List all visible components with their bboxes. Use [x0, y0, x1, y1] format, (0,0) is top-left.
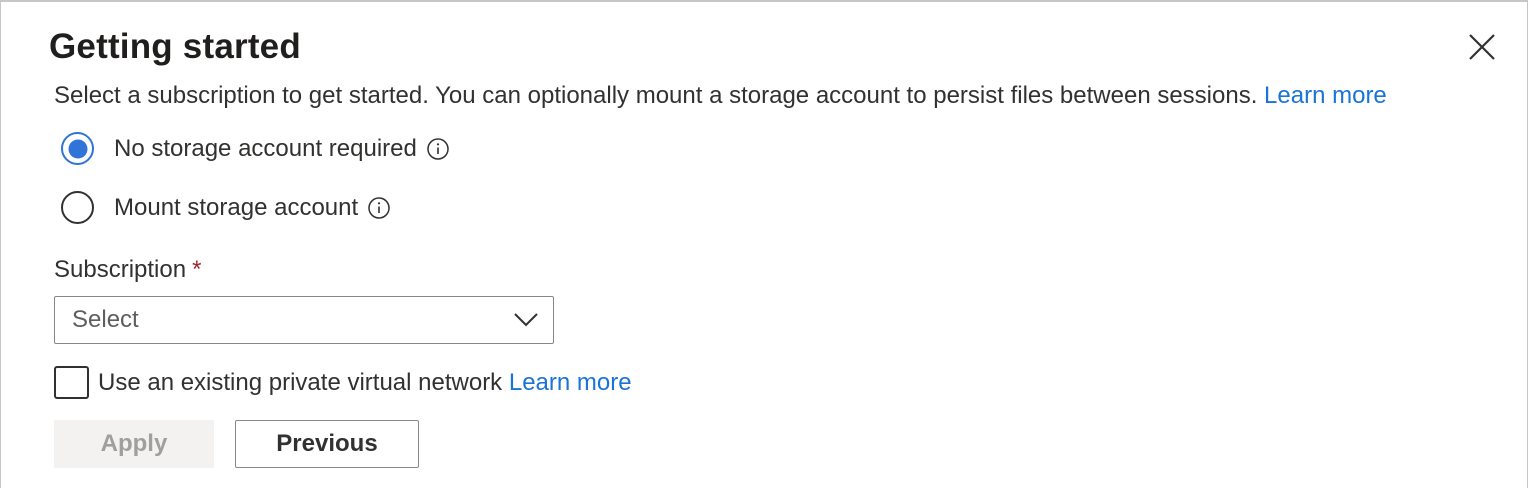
dialog-title: Getting started [49, 27, 301, 66]
previous-button[interactable]: Previous [235, 420, 419, 468]
radio-button-mount-storage[interactable] [61, 191, 94, 224]
radio-no-storage[interactable]: No storage account required [61, 132, 449, 165]
apply-button[interactable]: Apply [54, 420, 214, 468]
radio-label-mount-storage: Mount storage account [114, 193, 359, 221]
getting-started-dialog: Getting started Select a subscription to… [0, 0, 1528, 488]
dialog-description: Select a subscription to get started. Yo… [54, 82, 1387, 110]
vnet-checkbox-label: Use an existing private virtual network … [98, 369, 632, 397]
radio-mount-storage[interactable]: Mount storage account [61, 191, 390, 224]
close-icon [1469, 34, 1495, 60]
subscription-label-text: Subscription [54, 256, 187, 283]
vnet-checkbox-row[interactable]: Use an existing private virtual network … [54, 366, 632, 399]
vnet-checkbox[interactable] [54, 366, 89, 399]
chevron-down-icon [514, 313, 538, 327]
subscription-dropdown-value: Select [72, 306, 139, 333]
required-marker: * [192, 256, 202, 283]
close-button[interactable] [1465, 30, 1499, 64]
subscription-dropdown[interactable]: Select [54, 296, 554, 344]
info-icon[interactable] [427, 137, 449, 160]
info-icon[interactable] [368, 196, 390, 219]
vnet-label-text: Use an existing private virtual network [98, 368, 503, 396]
vnet-learn-more-link[interactable]: Learn more [509, 369, 632, 396]
radio-label-no-storage: No storage account required [114, 134, 417, 162]
radio-button-no-storage[interactable] [61, 132, 94, 165]
description-text: Select a subscription to get started. Yo… [54, 82, 1258, 109]
learn-more-link[interactable]: Learn more [1264, 82, 1387, 109]
subscription-label: Subscription * [54, 256, 201, 284]
